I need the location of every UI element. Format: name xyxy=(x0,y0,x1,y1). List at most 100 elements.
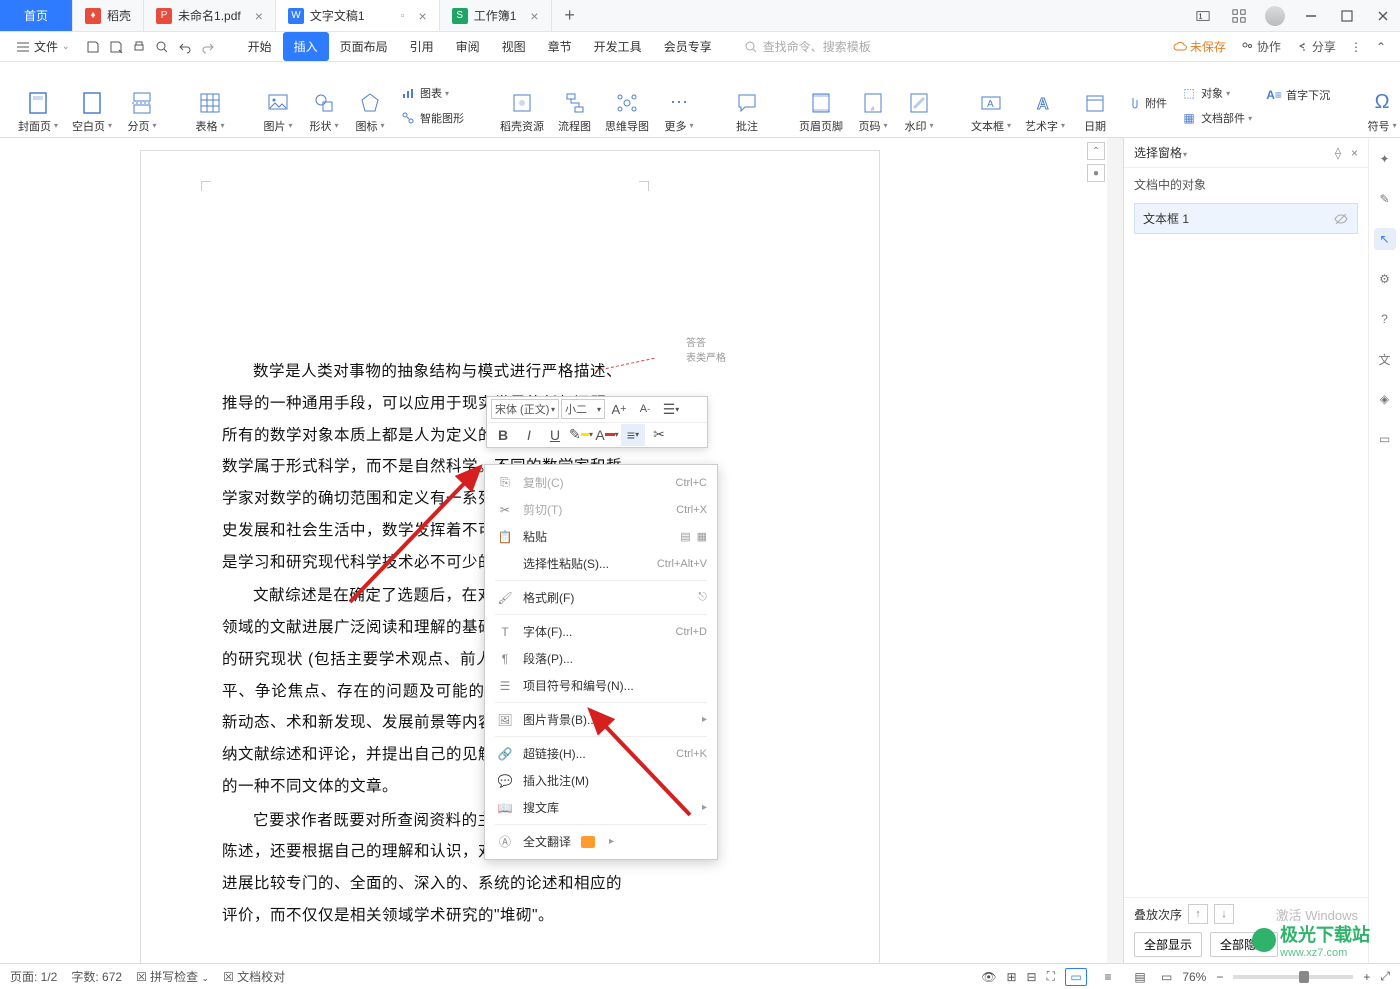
underline-icon[interactable]: U xyxy=(543,424,567,446)
page-break-button[interactable]: 分页 xyxy=(124,88,160,136)
grid-icon[interactable]: 1 xyxy=(1186,0,1220,32)
font-size-combo[interactable]: 小二▾ xyxy=(561,399,605,419)
grid-icon[interactable]: ⊞ xyxy=(1006,970,1016,984)
word-count[interactable]: 字数: 672 xyxy=(71,968,122,985)
window-minimize[interactable] xyxy=(1294,0,1328,32)
collapse-ribbon-icon[interactable]: ⌃ xyxy=(1376,40,1386,54)
tab-daoke[interactable]: ♦ 稻壳 xyxy=(73,0,144,31)
ctx-paste[interactable]: 📋粘贴▤▦ xyxy=(485,523,717,550)
zoom-slider[interactable] xyxy=(1233,975,1353,979)
object-item[interactable]: 文本框 1 xyxy=(1134,203,1358,234)
cover-page-button[interactable]: 封面页 xyxy=(16,88,60,136)
spellcheck-toggle[interactable]: ☒ 拼写检查 ⌄ xyxy=(136,968,209,985)
table-button[interactable]: 表格 xyxy=(192,88,228,136)
ruler-icon[interactable]: ⊟ xyxy=(1027,970,1037,984)
grow-font-icon[interactable]: A+ xyxy=(607,398,631,420)
tab-insert[interactable]: 插入 xyxy=(283,32,329,61)
close-icon[interactable]: × xyxy=(255,8,263,24)
date-button[interactable]: 日期 xyxy=(1077,88,1113,136)
font-family-combo[interactable]: 宋体 (正文)▾ xyxy=(491,399,559,419)
tab-chapter[interactable]: 章节 xyxy=(537,32,583,61)
ctx-cut[interactable]: ✂剪切(T)Ctrl+X xyxy=(485,496,717,523)
tab-review[interactable]: 审阅 xyxy=(445,32,491,61)
ctx-format-painter[interactable]: 🖌格式刷(F)⎋ xyxy=(485,584,717,611)
page-number-button[interactable]: #页码 xyxy=(855,88,891,136)
docpart-button[interactable]: ▦文档部件 xyxy=(1179,107,1254,129)
help-icon[interactable]: ? xyxy=(1374,308,1396,330)
ctx-paste-special[interactable]: 选择性粘贴(S)...Ctrl+Alt+V xyxy=(485,550,717,577)
nav-dot-icon[interactable]: ● xyxy=(1087,164,1105,182)
more-icon[interactable]: ⋮ xyxy=(1350,40,1362,54)
tab-sheet[interactable]: S 工作簿1 × xyxy=(440,0,552,31)
unsaved-indicator[interactable]: 未保存 xyxy=(1173,38,1226,55)
cursor-icon[interactable]: ↖ xyxy=(1374,228,1396,250)
nav-up-icon[interactable]: ⌃ xyxy=(1087,142,1105,160)
zoom-in-button[interactable]: + xyxy=(1363,970,1370,984)
shrink-font-icon[interactable]: A- xyxy=(633,398,657,420)
zoom-out-button[interactable]: − xyxy=(1216,970,1223,984)
tab-devtools[interactable]: 开发工具 xyxy=(583,32,653,61)
tab-home[interactable]: 首页 xyxy=(0,0,73,31)
vertical-scrollbar[interactable] xyxy=(1107,138,1123,963)
clip-icon[interactable]: ◈ xyxy=(1374,388,1396,410)
more-button[interactable]: ⋯更多 xyxy=(661,88,697,136)
close-icon[interactable]: × xyxy=(419,8,427,24)
zoom-value[interactable]: 76% xyxy=(1182,970,1206,984)
view-web-icon[interactable]: ▤ xyxy=(1129,968,1151,986)
image-button[interactable]: 图片 xyxy=(260,88,296,136)
save-icon[interactable] xyxy=(82,36,104,58)
move-down-button[interactable]: ↓ xyxy=(1214,904,1234,924)
line-spacing-icon[interactable]: ☰▾ xyxy=(659,398,683,420)
font-color-icon[interactable]: A▾ xyxy=(595,424,619,446)
close-pane-icon[interactable]: × xyxy=(1351,146,1358,160)
align-icon[interactable]: ≡▾ xyxy=(621,424,645,446)
pin-icon[interactable]: ⟠ xyxy=(1335,146,1341,160)
tab-word[interactable]: W 文字文稿1 ▫ × xyxy=(276,0,440,31)
object-button[interactable]: ⬚对象 xyxy=(1179,82,1254,104)
expand-icon[interactable]: ⤢ xyxy=(1380,969,1390,984)
undo-icon[interactable] xyxy=(174,36,196,58)
wordart-button[interactable]: A艺术字 xyxy=(1023,88,1067,136)
ctx-picture-bg[interactable]: 🖼图片背景(B)...▸ xyxy=(485,706,717,733)
mindmap-button[interactable]: 思维导图 xyxy=(603,88,651,136)
settings-icon[interactable]: ⚙ xyxy=(1374,268,1396,290)
page-indicator[interactable]: 页面: 1/2 xyxy=(10,968,57,985)
ctx-paragraph[interactable]: ¶段落(P)... xyxy=(485,645,717,672)
tab-start[interactable]: 开始 xyxy=(237,32,283,61)
collab-button[interactable]: 协作 xyxy=(1240,38,1281,55)
blank-page-button[interactable]: 空白页 xyxy=(70,88,114,136)
ctx-translate[interactable]: Ⓐ全文翻译▸ xyxy=(485,828,717,855)
move-up-button[interactable]: ↑ xyxy=(1188,904,1208,924)
textbox-button[interactable]: A文本框 xyxy=(969,88,1013,136)
chart-button[interactable]: 图表 xyxy=(398,82,466,104)
ctx-hyperlink[interactable]: 🔗超链接(H)...Ctrl+K xyxy=(485,740,717,767)
watermark-button[interactable]: 水印 xyxy=(901,88,937,136)
tab-pdf[interactable]: P 未命名1.pdf × xyxy=(144,0,276,31)
view-page-icon[interactable]: ▭ xyxy=(1065,968,1087,986)
attach-button[interactable]: 附件 xyxy=(1123,92,1169,114)
eye-icon[interactable]: 👁 xyxy=(981,970,996,984)
highlight-icon[interactable]: ✎▾ xyxy=(569,424,593,446)
tab-layout[interactable]: 页面布局 xyxy=(329,32,399,61)
ctx-copy[interactable]: ⎘复制(C)Ctrl+C xyxy=(485,469,717,496)
save-as-icon[interactable] xyxy=(105,36,127,58)
print-icon[interactable] xyxy=(128,36,150,58)
comment-balloon[interactable]: 答答 表类严格 xyxy=(686,334,726,364)
dropcap-button[interactable]: A≡首字下沉 xyxy=(1264,84,1332,106)
panel-icon[interactable]: ▭ xyxy=(1374,428,1396,450)
header-footer-button[interactable]: 页眉页脚 xyxy=(797,88,845,136)
ctx-font[interactable]: T字体(F)...Ctrl+D xyxy=(485,618,717,645)
comment-button[interactable]: 批注 xyxy=(729,88,765,136)
close-icon[interactable]: × xyxy=(530,8,538,24)
share-button[interactable]: 分享 xyxy=(1295,38,1336,55)
ctx-bullets[interactable]: ☰项目符号和编号(N)... xyxy=(485,672,717,699)
window-close[interactable] xyxy=(1366,0,1400,32)
apps-icon[interactable] xyxy=(1222,0,1256,32)
show-all-button[interactable]: 全部显示 xyxy=(1134,932,1202,957)
bold-icon[interactable]: B xyxy=(491,424,515,446)
flowchart-button[interactable]: 流程图 xyxy=(556,88,593,136)
preview-icon[interactable] xyxy=(151,36,173,58)
tab-view[interactable]: 视图 xyxy=(491,32,537,61)
view-outline-icon[interactable]: ≡ xyxy=(1097,968,1119,986)
smartart-button[interactable]: 智能图形 xyxy=(398,107,466,129)
